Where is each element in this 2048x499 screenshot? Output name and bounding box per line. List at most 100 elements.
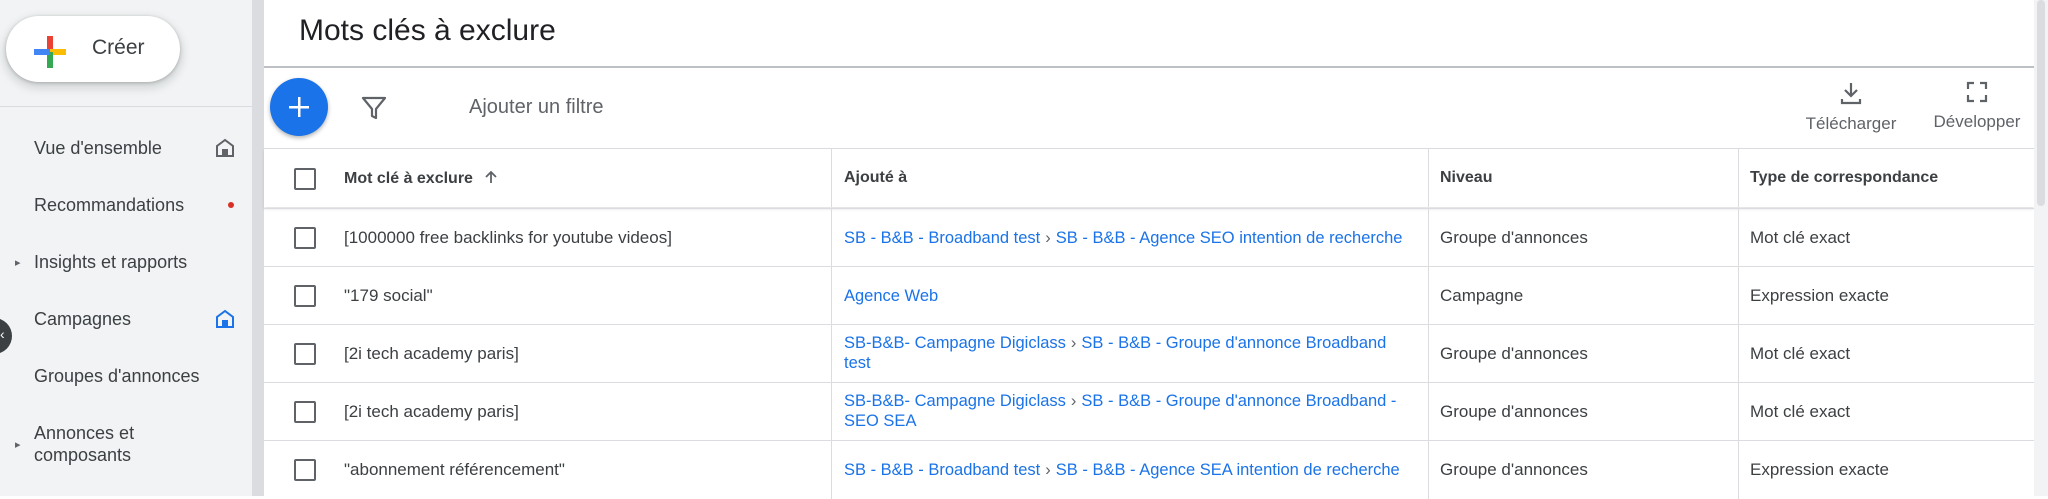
- row-checkbox[interactable]: [294, 459, 316, 481]
- column-divider: [1428, 383, 1429, 441]
- download-icon: [1840, 83, 1862, 105]
- download-button[interactable]: Télécharger: [1796, 80, 1906, 144]
- sort-arrow-up-icon: [485, 170, 498, 183]
- toolbar: Ajouter un filtre Télécharger Développer: [264, 68, 2034, 148]
- column-divider: [1738, 267, 1739, 325]
- add-button[interactable]: [270, 78, 328, 136]
- row-checkbox[interactable]: [294, 285, 316, 307]
- select-all-checkbox[interactable]: [294, 168, 316, 190]
- column-divider: [1428, 267, 1429, 325]
- column-divider: [1738, 383, 1739, 441]
- column-header-keyword[interactable]: Mot clé à exclure: [344, 169, 499, 188]
- sidebar-scrollbar[interactable]: [252, 0, 264, 496]
- fullscreen-icon: [1966, 81, 1988, 103]
- level-cell: Groupe d'annonces: [1440, 402, 1588, 421]
- page-title: Mots clés à exclure: [299, 14, 556, 47]
- column-divider: [1428, 441, 1429, 499]
- main-content: Mots clés à exclure Ajouter un filtre Té…: [264, 0, 2034, 499]
- column-header-match-type[interactable]: Type de correspondance: [1750, 169, 1938, 187]
- column-divider: [1738, 149, 1739, 207]
- expand-button[interactable]: Développer: [1920, 80, 2034, 144]
- sidebar-item-label: Vue d'ensemble: [34, 138, 162, 158]
- keyword-cell: [1000000 free backlinks for youtube vide…: [344, 228, 672, 247]
- match-type-cell: Expression exacte: [1750, 286, 1889, 305]
- added-to-cell: SB - B&B - Broadband test › SB - B&B - Age…: [844, 460, 1414, 480]
- keyword-cell: "179 social": [344, 286, 433, 305]
- sidebar-item-label: Annonces et composants: [34, 423, 135, 465]
- sidebar-item-campaigns[interactable]: Campagnes: [0, 293, 252, 345]
- breadcrumb-separator: ›: [1045, 229, 1051, 247]
- campaign-link[interactable]: SB - B&B - Broadband test: [844, 461, 1040, 479]
- create-button-label: Créer: [92, 36, 145, 59]
- sidebar-item-ads-assets[interactable]: ▸ Annonces et composants: [0, 414, 252, 474]
- filter-icon[interactable]: [360, 94, 388, 122]
- table-row: [2i tech academy paris] SB-B&B- Campagne…: [264, 324, 2034, 383]
- breadcrumb-separator: ›: [1070, 392, 1077, 410]
- sidebar-item-adgroups[interactable]: Groupes d'annonces: [0, 350, 252, 402]
- expand-label: Développer: [1933, 112, 2021, 131]
- column-divider: [831, 441, 832, 499]
- adgroup-link[interactable]: SB - B&B - Agence SEA intention de reche…: [1056, 461, 1400, 479]
- chevron-left-icon: ‹: [0, 326, 5, 342]
- match-type-cell: Mot clé exact: [1750, 228, 1851, 247]
- level-cell: Groupe d'annonces: [1440, 228, 1588, 247]
- download-label: Télécharger: [1805, 114, 1897, 133]
- title-bar: Mots clés à exclure: [264, 0, 2034, 68]
- add-filter-input[interactable]: Ajouter un filtre: [469, 96, 604, 119]
- caret-right-icon: ▸: [15, 257, 21, 269]
- column-divider: [1428, 325, 1429, 383]
- match-type-cell: Mot clé exact: [1750, 402, 1851, 421]
- plus-icon: [289, 97, 309, 117]
- column-divider: [831, 209, 832, 267]
- sidebar-divider: [0, 106, 252, 107]
- column-header-keyword-label: Mot clé à exclure: [344, 170, 473, 187]
- sidebar: Créer Vue d'ensemble Recommandations ▸ I…: [0, 0, 252, 496]
- added-to-cell: SB-B&B- Campagne Digiclass › SB - B&B - Gr…: [844, 333, 1414, 373]
- sidebar-item-label: Groupes d'annonces: [34, 366, 200, 386]
- breadcrumb-separator: ›: [1070, 334, 1077, 352]
- table-row: [2i tech academy paris] SB-B&B- Campagne…: [264, 382, 2034, 441]
- scrollbar-thumb[interactable]: [2037, 0, 2045, 206]
- keyword-cell: "abonnement référencement": [344, 460, 565, 479]
- sidebar-item-overview[interactable]: Vue d'ensemble: [0, 122, 252, 174]
- table-header-row: Mot clé à exclure Ajouté à Niveau Type d…: [264, 148, 2034, 207]
- caret-right-icon: ▸: [15, 439, 21, 451]
- plus-multicolor-icon: [34, 36, 66, 68]
- home-icon: [216, 309, 234, 328]
- campaign-link[interactable]: SB-B&B- Campagne Digiclass: [844, 334, 1066, 352]
- table-row: "abonnement référencement" SB - B&B - Br…: [264, 440, 2034, 499]
- column-header-added-to[interactable]: Ajouté à: [844, 169, 907, 187]
- keyword-cell: [2i tech academy paris]: [344, 402, 519, 421]
- column-divider: [831, 325, 832, 383]
- added-to-cell: Agence Web: [844, 286, 1414, 306]
- main-scrollbar[interactable]: [2034, 0, 2048, 496]
- level-cell: Campagne: [1440, 286, 1524, 305]
- breadcrumb-separator: ›: [1045, 461, 1051, 479]
- campaign-link[interactable]: SB-B&B- Campagne Digiclass: [844, 392, 1066, 410]
- row-checkbox[interactable]: [294, 227, 316, 249]
- added-to-cell: SB - B&B - Broadband test › SB - B&B - Age…: [844, 228, 1414, 248]
- column-divider: [831, 149, 832, 207]
- row-checkbox[interactable]: [294, 401, 316, 423]
- column-divider: [1738, 209, 1739, 267]
- column-divider: [1428, 149, 1429, 207]
- column-divider: [831, 267, 832, 325]
- sidebar-item-insights[interactable]: ▸ Insights et rapports: [0, 236, 252, 288]
- row-checkbox[interactable]: [294, 343, 316, 365]
- campaign-link[interactable]: Agence Web: [844, 287, 938, 305]
- column-divider: [1738, 325, 1739, 383]
- home-icon: [216, 138, 234, 157]
- sidebar-item-label: Recommandations: [34, 195, 185, 215]
- match-type-cell: Mot clé exact: [1750, 344, 1851, 363]
- column-divider: [1428, 209, 1429, 267]
- campaign-link[interactable]: SB - B&B - Broadband test: [844, 229, 1040, 247]
- table-row: [1000000 free backlinks for youtube vide…: [264, 208, 2034, 267]
- notification-dot: [228, 202, 234, 208]
- adgroup-link[interactable]: SB - B&B - Agence SEO intention de reche…: [1056, 229, 1403, 247]
- create-button[interactable]: Créer: [6, 16, 180, 82]
- sidebar-item-recommendations[interactable]: Recommandations: [0, 179, 252, 231]
- sidebar-item-label: Insights et rapports: [34, 252, 188, 272]
- column-header-level[interactable]: Niveau: [1440, 169, 1492, 187]
- column-divider: [1738, 441, 1739, 499]
- added-to-cell: SB-B&B- Campagne Digiclass › SB - B&B - Gr…: [844, 391, 1414, 431]
